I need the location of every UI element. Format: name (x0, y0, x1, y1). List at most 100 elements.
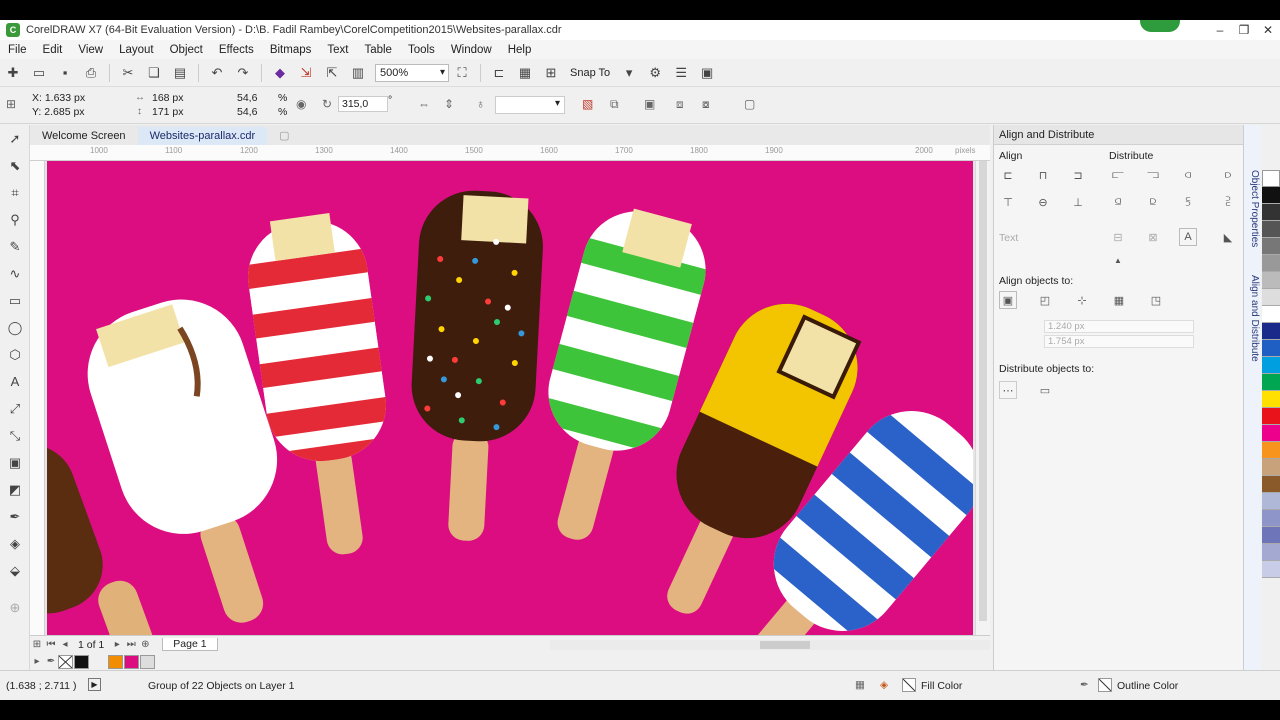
menu-table[interactable]: Table (356, 44, 400, 56)
minimize-button[interactable]: – (1208, 20, 1232, 40)
save-icon[interactable]: ▪ (54, 62, 76, 84)
palette-swatch[interactable] (1262, 544, 1280, 561)
zoom-level-select[interactable]: 500% (375, 63, 449, 82)
object-origin-icon[interactable]: ⊞ (6, 97, 16, 111)
previous-page-icon[interactable]: ◂ (58, 639, 72, 650)
palette-swatch[interactable] (1262, 476, 1280, 493)
orange-swatch[interactable] (108, 654, 123, 669)
show-guidelines-icon[interactable]: ⊞ (540, 62, 562, 84)
connector-tool-icon[interactable]: ⤡ (0, 422, 30, 449)
to-front-icon[interactable]: ⧉ (610, 97, 619, 112)
palette-swatch[interactable] (1262, 323, 1280, 340)
black-swatch[interactable] (74, 654, 89, 669)
distribute-to-selection-icon[interactable]: ⋯ (999, 381, 1017, 399)
align-center-vertical-icon[interactable]: ⊖ (1034, 193, 1052, 211)
drawing-canvas[interactable] (45, 161, 975, 635)
palette-swatch[interactable] (1262, 238, 1280, 255)
crop-tool-icon[interactable]: ⌗ (0, 179, 30, 206)
width-field[interactable]: 168 px (152, 92, 184, 104)
add-page-icon[interactable]: ⊕ (138, 639, 152, 650)
parallel-dimension-tool-icon[interactable]: ⤢ (0, 395, 30, 422)
tab-align-and-distribute[interactable]: Align and Distribute (1246, 275, 1260, 362)
mirror-vertical-icon[interactable]: ⇕ (444, 97, 454, 111)
eyedropper-icon[interactable]: ✒ (44, 656, 58, 667)
next-page-icon[interactable]: ▸ (110, 639, 124, 650)
menu-layout[interactable]: Layout (111, 44, 162, 56)
no-color-swatch[interactable] (58, 654, 73, 669)
text-last-line-icon[interactable]: ⊠ (1144, 228, 1162, 246)
artistic-media-tool-icon[interactable]: ∿ (0, 260, 30, 287)
palette-swatch[interactable] (1262, 527, 1280, 544)
search-content-icon[interactable]: ◆ (269, 62, 291, 84)
scale-height-field[interactable]: 54,6 (237, 106, 257, 118)
add-tool-icon[interactable]: ⊕ (0, 594, 30, 621)
last-page-icon[interactable]: ⏭ (124, 639, 138, 650)
color-eyedropper-tool-icon[interactable]: ✒ (0, 503, 30, 530)
palette-swatch[interactable] (1262, 408, 1280, 425)
artboard-page[interactable] (47, 161, 973, 635)
page-tab[interactable]: Page 1 (162, 638, 218, 651)
tab-websites-parallax[interactable]: Websites-parallax.cdr (137, 127, 268, 145)
distribute-top-icon[interactable]: ⫑ (1109, 193, 1127, 211)
menu-window[interactable]: Window (443, 44, 500, 56)
height-field[interactable]: 171 px (152, 106, 184, 118)
undo-icon[interactable]: ↶ (206, 62, 228, 84)
copy-icon[interactable]: ❏ (143, 62, 165, 84)
menu-tools[interactable]: Tools (400, 44, 443, 56)
freehand-tool-icon[interactable]: ✎ (0, 233, 30, 260)
show-rulers-icon[interactable]: ⊏ (488, 62, 510, 84)
align-point-y-field[interactable]: 1.754 px (1044, 335, 1194, 348)
menu-view[interactable]: View (70, 44, 111, 56)
palette-swatch[interactable] (1262, 306, 1280, 323)
ellipse-tool-icon[interactable]: ◯ (0, 314, 30, 341)
distribute-center-icon[interactable]: ⫎ (1144, 166, 1162, 184)
vertical-ruler[interactable] (30, 161, 45, 635)
palette-swatch[interactable] (1262, 221, 1280, 238)
palette-swatch[interactable] (1262, 459, 1280, 476)
align-bottom-icon[interactable]: ⊥ (1069, 193, 1087, 211)
polygon-tool-icon[interactable]: ⬡ (0, 341, 30, 368)
shape-tool-icon[interactable]: ⬉ (0, 152, 30, 179)
close-button[interactable]: ✕ (1256, 20, 1280, 40)
palette-swatch[interactable] (1262, 204, 1280, 221)
smart-fill-tool-icon[interactable]: ⬙ (0, 557, 30, 584)
palette-swatch[interactable] (1262, 289, 1280, 306)
cut-icon[interactable]: ✂ (117, 62, 139, 84)
menu-help[interactable]: Help (500, 44, 540, 56)
first-page-icon[interactable]: ⏮ (44, 639, 58, 650)
vertical-scrollbar[interactable] (975, 161, 990, 635)
collapse-arrow-icon[interactable]: ▲ (1109, 251, 1127, 269)
distribute-spacing-h-icon[interactable]: ⫐ (1219, 166, 1237, 184)
print-icon[interactable]: ⎙ (80, 62, 102, 84)
tab-welcome-screen[interactable]: Welcome Screen (30, 127, 138, 145)
distribute-right-icon[interactable]: ⫏ (1179, 166, 1197, 184)
y-position-field[interactable]: Y: 2.685 px (32, 106, 85, 118)
distribute-middle-icon[interactable]: ⫒ (1144, 193, 1162, 211)
palette-swatch[interactable] (1262, 442, 1280, 459)
palette-menu-icon[interactable]: ▸ (30, 656, 44, 667)
lock-ratio-icon[interactable]: ◉ (296, 97, 306, 111)
fill-icon[interactable]: ◈ (880, 679, 888, 691)
align-to-active-object-icon[interactable]: ▣ (999, 291, 1017, 309)
menu-object[interactable]: Object (162, 44, 211, 56)
play-macro-icon[interactable]: ▶ (88, 678, 101, 691)
drop-shadow-tool-icon[interactable]: ▣ (0, 449, 30, 476)
menu-file[interactable]: File (0, 44, 35, 56)
distribute-bottom-icon[interactable]: ⫓ (1179, 193, 1197, 211)
gray-swatch[interactable] (140, 654, 155, 669)
paste-icon[interactable]: ▤ (169, 62, 191, 84)
application-launcher-icon[interactable]: ☰ (670, 62, 692, 84)
open-icon[interactable]: ▭ (28, 62, 50, 84)
palette-swatch[interactable] (1262, 374, 1280, 391)
palette-swatch[interactable] (1262, 357, 1280, 374)
align-right-icon[interactable]: ⊐ (1069, 166, 1087, 184)
menu-effects[interactable]: Effects (211, 44, 262, 56)
outline-color-swatch[interactable] (1098, 678, 1112, 692)
horizontal-ruler[interactable]: 1000 1100 1200 1300 1400 1500 1600 1700 … (30, 145, 990, 161)
combine-icon[interactable]: ⧇ (702, 97, 710, 112)
palette-swatch[interactable] (1262, 425, 1280, 442)
palette-swatch[interactable] (1262, 510, 1280, 527)
horizontal-scroll-thumb[interactable] (760, 641, 810, 649)
text-first-line-icon[interactable]: ⊟ (1109, 228, 1127, 246)
page-options-icon[interactable]: ⊞ (30, 639, 44, 650)
